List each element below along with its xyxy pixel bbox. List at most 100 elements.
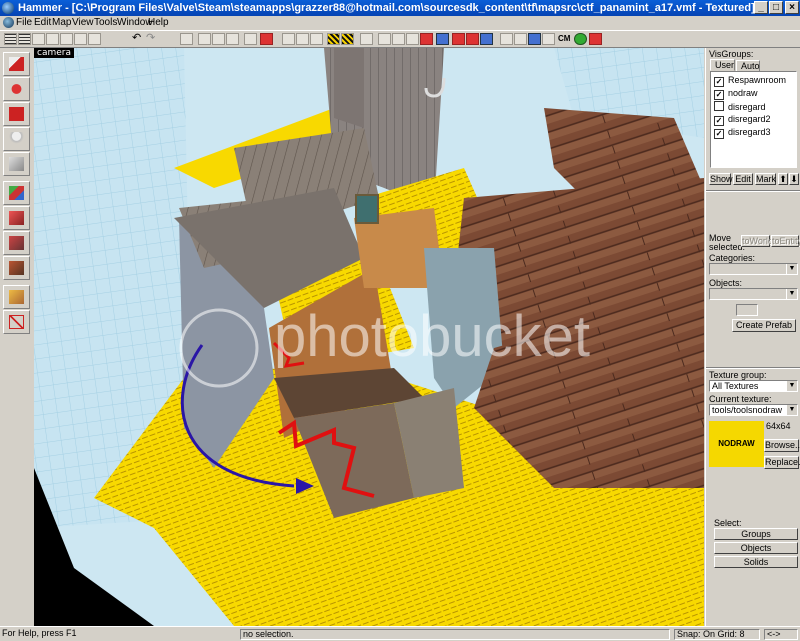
window-title: Hammer - [C:\Program Files\Valve\Steam\s… <box>18 2 755 14</box>
texture-lock-icon[interactable] <box>74 33 87 45</box>
run-map-icon[interactable] <box>500 33 513 45</box>
group-icon[interactable] <box>198 33 211 45</box>
visgroup-down-button[interactable]: ⬇ <box>789 173 799 185</box>
maximize-button[interactable]: □ <box>769 1 783 14</box>
camera-tool-button[interactable] <box>3 102 30 126</box>
toggle-helpers-icon[interactable] <box>327 33 340 45</box>
texture-tool-button[interactable] <box>3 181 30 205</box>
objects-select[interactable]: ▼ <box>709 288 798 300</box>
document-icon[interactable] <box>3 17 14 28</box>
status-snap: Snap: On Grid: 8 <box>674 629 760 640</box>
tie-to-entity-icon[interactable] <box>244 33 257 45</box>
visgroup-respawnroom[interactable]: ✓ Respawnroom <box>714 75 786 87</box>
texture-application-icon[interactable] <box>406 33 419 45</box>
visgroup-checkbox[interactable] <box>714 101 724 111</box>
carve-icon[interactable] <box>180 33 193 45</box>
selection-tool-button[interactable] <box>3 52 30 76</box>
carve-mode-icon[interactable] <box>542 33 555 45</box>
decal-icon <box>9 236 24 250</box>
grid-3d-icon[interactable] <box>18 33 31 45</box>
grid-snap-icon[interactable] <box>60 33 73 45</box>
apply-texture-tool-button[interactable] <box>3 206 30 230</box>
create-prefab-button[interactable]: Create Prefab <box>732 319 796 332</box>
hide-unselected-icon[interactable] <box>378 33 391 45</box>
texture-lock-toggle-icon[interactable] <box>392 33 405 45</box>
visgroup-mark-button[interactable]: Mark <box>755 173 776 185</box>
tab-user[interactable]: User <box>710 59 735 71</box>
menu-edit[interactable]: Edit <box>34 17 51 28</box>
face-edit-icon[interactable] <box>436 33 449 45</box>
clipping-tool-button[interactable] <box>3 285 30 309</box>
visgroup-disregard[interactable]: disregard <box>714 101 766 113</box>
visgroup-checkbox[interactable]: ✓ <box>714 90 724 100</box>
visgroup-disregard3[interactable]: ✓ disregard3 <box>714 127 771 139</box>
check-problems-icon[interactable] <box>466 33 479 45</box>
visgroup-disregard2[interactable]: ✓ disregard2 <box>714 114 771 126</box>
current-texture-select[interactable]: tools/toolsnodraw ▼ <box>709 404 798 416</box>
minimize-button[interactable]: _ <box>754 1 768 14</box>
visgroup-checkbox[interactable]: ✓ <box>714 116 724 126</box>
to-entity-button[interactable]: toEntity <box>771 235 800 247</box>
visgroup-edit-button[interactable]: Edit <box>733 173 753 185</box>
vertex-tool-button[interactable] <box>3 310 30 334</box>
texture-group-select[interactable]: All Textures ▼ <box>709 380 798 392</box>
overlay-tool-button[interactable] <box>3 256 30 280</box>
leaf-icon[interactable] <box>574 33 587 45</box>
cut-icon[interactable] <box>282 33 295 45</box>
menu-file[interactable]: File <box>16 17 32 28</box>
menu-help[interactable]: Help <box>148 17 169 28</box>
goto-brush-icon[interactable] <box>480 33 493 45</box>
visgroup-checkbox[interactable]: ✓ <box>714 129 724 139</box>
visgroup-up-button[interactable]: ⬆ <box>778 173 788 185</box>
ungroup-icon[interactable] <box>212 33 225 45</box>
replace-button[interactable]: Replace... <box>764 456 800 469</box>
entity-icon <box>9 132 24 146</box>
select-groups-button[interactable]: Groups <box>714 528 798 540</box>
close-button[interactable]: × <box>785 1 799 14</box>
clipping-icon <box>9 290 24 304</box>
move-selected-label: Move selected: <box>709 233 746 252</box>
copy-icon[interactable] <box>296 33 309 45</box>
decal-tool-button[interactable] <box>3 231 30 255</box>
paste-icon[interactable] <box>310 33 323 45</box>
decal-icon[interactable] <box>420 33 433 45</box>
grid-larger-icon[interactable] <box>46 33 59 45</box>
hollow-icon[interactable] <box>226 33 239 45</box>
cm-label[interactable]: CM <box>558 34 570 43</box>
texture-lock-scale-icon[interactable] <box>88 33 101 45</box>
grid-toggle-icon[interactable] <box>4 33 17 45</box>
undo-icon[interactable]: ↶ <box>132 33 145 45</box>
camera-viewport[interactable]: camera photobucket <box>34 48 704 626</box>
redo-icon[interactable]: ↷ <box>146 33 159 45</box>
right-panel: VisGroups: User Auto ✓ Respawnroom ✓ nodra… <box>705 48 800 626</box>
block-tool-button[interactable] <box>3 152 30 176</box>
visgroup-checkbox[interactable]: ✓ <box>714 77 724 87</box>
compile-icon[interactable] <box>514 33 527 45</box>
menu-view[interactable]: View <box>72 17 94 28</box>
selection-icon <box>9 57 24 71</box>
block-icon <box>9 157 24 171</box>
entity-report-icon[interactable] <box>452 33 465 45</box>
cordon-icon[interactable] <box>528 33 541 45</box>
menu-map[interactable]: Map <box>52 17 71 28</box>
select-solids-button[interactable]: Solids <box>714 556 798 568</box>
run-game-icon[interactable] <box>589 33 602 45</box>
entity-tool-button[interactable] <box>3 127 30 151</box>
texture-icon <box>9 186 24 200</box>
objects-count-field[interactable] <box>736 304 758 316</box>
hammer-app-icon[interactable] <box>2 2 14 14</box>
grid-smaller-icon[interactable] <box>32 33 45 45</box>
visgroup-nodraw[interactable]: ✓ nodraw <box>714 88 758 100</box>
toggle-models-icon[interactable] <box>341 33 354 45</box>
menu-tools[interactable]: Tools <box>94 17 117 28</box>
browse-button[interactable]: Browse... <box>764 439 800 452</box>
vertex-icon <box>9 315 24 329</box>
categories-select[interactable]: ▼ <box>709 263 798 275</box>
select-objects-button[interactable]: Objects <box>714 542 798 554</box>
hide-selected-icon[interactable] <box>360 33 373 45</box>
move-to-world-icon[interactable] <box>260 33 273 45</box>
visgroup-show-button[interactable]: Show <box>709 173 733 185</box>
magnify-tool-button[interactable] <box>3 77 30 101</box>
chevron-down-icon: ▼ <box>786 381 797 391</box>
to-world-button[interactable]: toWorld <box>741 235 773 247</box>
